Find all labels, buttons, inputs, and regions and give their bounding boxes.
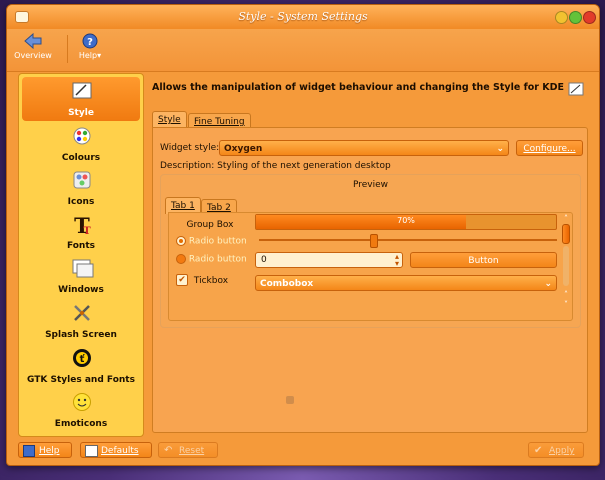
fonts-icon: TT xyxy=(74,214,91,236)
back-arrow-icon xyxy=(24,32,42,50)
sidebar-item-style[interactable]: Style xyxy=(22,77,140,121)
scrollbar-handle[interactable] xyxy=(562,224,570,244)
reset-button[interactable]: ↶ Reset xyxy=(158,442,218,458)
spinbox-arrows-icon[interactable]: ▴ ▾ xyxy=(395,253,399,268)
help-icon: ? xyxy=(82,33,98,49)
toolbar: Overview ? Help▾ xyxy=(7,29,599,72)
gtk-icon: ť xyxy=(73,349,91,367)
radio-button-2[interactable]: Radio button xyxy=(176,254,247,265)
icons-icon xyxy=(73,171,91,189)
help-menu-button[interactable]: ? Help▾ xyxy=(73,33,107,60)
help-book-icon xyxy=(23,445,35,457)
radio-button-label: Radio button xyxy=(188,254,247,265)
svg-text:T: T xyxy=(83,226,91,236)
tickbox-label: Tickbox xyxy=(193,275,229,286)
sidebar-item-gtk[interactable]: ť GTK Styles and Fonts xyxy=(22,344,140,388)
widget-style-combobox[interactable]: Oxygen ⌄ xyxy=(219,140,509,156)
sidebar-item-label: GTK Styles and Fonts xyxy=(27,375,135,385)
sidebar-item-label: Icons xyxy=(67,197,95,207)
checkbox-checked-icon: ✔ xyxy=(176,274,188,286)
style-module: Allows the manipulation of widget behavi… xyxy=(146,73,591,435)
overview-button[interactable]: Overview xyxy=(13,32,53,60)
preview-group: Preview Tab 1 Tab 2 Group Box Radio butt… xyxy=(160,174,581,328)
spinbox-value: 0 xyxy=(261,255,267,265)
slider[interactable] xyxy=(259,234,557,248)
sidebar-item-label: Windows xyxy=(58,285,104,295)
style-description: Description: Styling of the next generat… xyxy=(160,161,391,171)
group-box: Group Box Radio button Radio button ✔ Ti… xyxy=(171,216,249,314)
style-icon xyxy=(72,82,92,99)
sidebar-item-label: Emoticons xyxy=(54,419,108,429)
preview-combobox[interactable]: Combobox ⌄ xyxy=(255,275,557,291)
widget-style-label: Widget style: xyxy=(160,143,220,153)
tickbox[interactable]: ✔ Tickbox xyxy=(176,274,228,286)
scroll-up-icon[interactable]: ˄ xyxy=(561,290,571,299)
splash-screen-icon xyxy=(74,305,90,321)
widget-style-value: Oxygen xyxy=(224,144,263,154)
toolbar-separator xyxy=(67,35,68,63)
slider-track xyxy=(259,239,557,241)
preview-tab-panel: Group Box Radio button Radio button ✔ Ti… xyxy=(168,212,573,321)
slider-handle[interactable] xyxy=(369,234,378,248)
category-sidebar: Style Colours Icons TT Fonts Windows Spl… xyxy=(18,73,144,437)
apply-button[interactable]: ✔ Apply xyxy=(528,442,584,458)
sidebar-item-label: Splash Screen xyxy=(45,330,117,340)
minimize-button[interactable] xyxy=(555,11,568,24)
group-box-title: Group Box xyxy=(186,220,234,230)
sidebar-item-splash-screen[interactable]: Splash Screen xyxy=(22,299,140,343)
sidebar-item-emoticons[interactable]: Emoticons xyxy=(22,388,140,432)
vertical-scrollbar[interactable]: ˄ ˄ ˅ xyxy=(561,214,571,314)
help-menu-label: Help▾ xyxy=(78,51,102,60)
radio-unchecked-icon xyxy=(176,254,186,264)
radio-checked-icon xyxy=(176,236,186,246)
progress-bar: 70% xyxy=(255,214,557,230)
scrollbar-track xyxy=(563,246,569,286)
configure-button[interactable]: Configure... xyxy=(516,140,583,156)
progress-text: 70% xyxy=(397,216,415,225)
sidebar-item-label: Colours xyxy=(61,153,101,163)
close-button[interactable] xyxy=(583,11,596,24)
bottom-button-bar: Help Defaults ↶ Reset ✔ Apply xyxy=(7,437,599,465)
maximize-button[interactable] xyxy=(569,11,582,24)
sidebar-item-label: Fonts xyxy=(66,241,96,251)
scroll-up-icon[interactable]: ˄ xyxy=(561,214,571,223)
tab-style[interactable]: Style xyxy=(152,111,187,128)
chevron-down-icon: ⌄ xyxy=(496,144,504,154)
sidebar-item-windows[interactable]: Windows xyxy=(22,254,140,298)
loading-cursor-icon xyxy=(286,396,294,404)
windows-icon xyxy=(72,259,94,278)
overview-label: Overview xyxy=(14,51,52,60)
sidebar-item-colours[interactable]: Colours xyxy=(22,122,140,166)
radio-button-label: Radio button xyxy=(188,236,247,247)
style-tab-panel: Widget style: Oxygen ⌄ Configure... Desc… xyxy=(152,127,588,433)
style-module-icon xyxy=(568,82,584,96)
radio-button-1[interactable]: Radio button xyxy=(176,236,247,247)
combobox-value: Combobox xyxy=(260,279,314,289)
help-button[interactable]: Help xyxy=(18,442,72,458)
sidebar-item-icons[interactable]: Icons xyxy=(22,166,140,210)
svg-text:?: ? xyxy=(87,37,93,48)
defaults-icon xyxy=(85,445,98,457)
page-title: Allows the manipulation of widget behavi… xyxy=(152,82,564,93)
preview-button[interactable]: Button xyxy=(410,252,557,268)
system-settings-window: Style - System Settings Overview ? Help▾… xyxy=(6,4,600,466)
reset-arrow-icon: ↶ xyxy=(164,445,173,456)
checkmark-icon: ✔ xyxy=(534,445,543,456)
spinbox[interactable]: 0 ▴ ▾ xyxy=(255,252,403,268)
emoticons-icon xyxy=(73,393,91,411)
sidebar-item-label: Style xyxy=(68,108,94,118)
scroll-down-icon[interactable]: ˅ xyxy=(561,300,571,309)
title-bar[interactable]: Style - System Settings xyxy=(7,5,599,29)
sidebar-item-fonts[interactable]: TT Fonts xyxy=(22,210,140,254)
chevron-down-icon: ⌄ xyxy=(544,279,552,289)
colours-icon xyxy=(73,127,91,145)
window-title: Style - System Settings xyxy=(238,10,368,23)
preview-title: Preview xyxy=(352,180,389,190)
defaults-button[interactable]: Defaults xyxy=(80,442,152,458)
